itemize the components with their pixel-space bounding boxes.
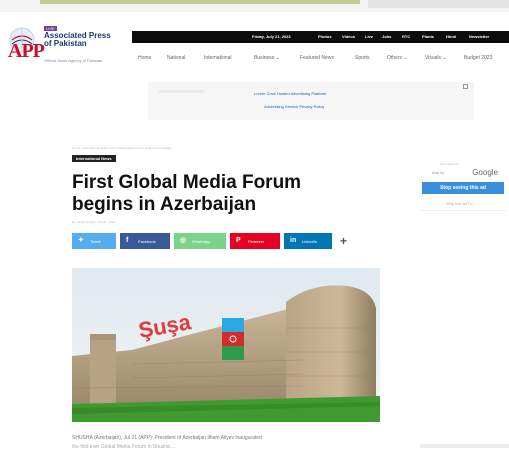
main-nav: Home National International Business ⌄ F… [132,52,509,66]
share-facebook-label: Facebook [138,239,156,244]
top-link-jobs[interactable]: Jobs [382,34,391,39]
top-banner-fragment [40,0,360,4]
nav-item-national[interactable]: National [167,55,185,61]
nav-item-others[interactable]: Others ⌄ [387,55,408,61]
top-bar: Friday, July 21, 2023 Photos Videos Live… [132,31,509,43]
ads-by-google[interactable]: Ads by Google [422,168,502,180]
category-tag[interactable]: International News [72,155,116,162]
nav-item-featured-news[interactable]: Featured News [300,55,334,61]
ad-text-line1[interactable]: Lorem Cove Hosted Advertising Platform [254,91,326,96]
top-link-plants[interactable]: Plants [422,34,434,39]
sidebar-ad-label: Advertisement [440,162,460,166]
whatsapp-icon: ◎ [180,237,187,244]
nav-item-sports[interactable]: Sports [355,55,369,61]
sidebar-bottom-fragment [420,444,509,448]
top-ad-banner[interactable]: Lorem Cove Hosted Advertising Platform A… [148,82,474,120]
article-byline: By Junaid Anwar • July 21, 2023 [72,220,115,224]
pinterest-icon: P [236,237,241,244]
top-link-hindi[interactable]: Hindi [446,34,456,39]
share-pinterest-button[interactable]: P Pinterest [230,233,280,249]
nav-item-home[interactable]: Home [138,55,151,61]
share-twitter-label: Tweet [90,239,101,244]
site-logo[interactable]: APP LIVE Associated Press of Pakistan Of… [6,26,130,68]
article-body-line1: SHUSHA (Azerbaijan), Jul 21 (APP): Presi… [72,435,262,441]
site-tagline: Official News Agency of Pakistan [44,58,103,63]
article-body: SHUSHA (Azerbaijan), Jul 21 (APP): Presi… [72,434,384,451]
article-body-line2: the first ever Global Media Forum in Shu… [72,444,176,450]
top-link-videos[interactable]: Videos [342,34,355,39]
article-title: First Global Media Forum begins in Azerb… [72,172,302,215]
top-link-newsletter[interactable]: Newsletter [469,34,489,39]
top-link-rtc[interactable]: RTC [402,34,410,39]
ad-close-icon[interactable] [463,84,468,89]
ad-placeholder-line [158,90,204,93]
nav-item-business[interactable]: Business ⌄ [254,55,280,61]
share-whatsapp-label: WhatsApp [192,239,211,244]
article-image[interactable]: Şuşa [72,268,380,422]
twitter-icon: ✦ [78,237,84,244]
nav-item-visuals[interactable]: Visuals ⌄ [425,55,447,61]
share-more-button[interactable]: + [340,234,347,250]
google-label: Google [472,168,498,177]
ad-text-line2[interactable]: Advertising Service Privacy Policy [264,104,324,109]
top-strip [0,0,509,12]
facebook-icon: f [126,237,129,244]
nav-item-budget[interactable]: Budget 2023 [464,55,492,61]
logo-letters: APP [8,40,45,62]
sidebar-divider [420,210,506,211]
share-linkedin-button[interactable]: in LinkedIn [284,233,332,249]
top-bar-date: Friday, July 21, 2023 [252,34,291,39]
share-pinterest-label: Pinterest [248,239,264,244]
top-banner-right-fragment [368,0,509,8]
nav-item-international[interactable]: International [204,55,232,61]
stop-seeing-ad-button[interactable]: Stop seeing this ad [422,182,504,194]
breadcrumb[interactable]: Home › International News › First Global… [72,146,172,150]
why-this-ad-link[interactable]: Why this ad? ▷ [446,201,473,206]
top-link-live[interactable]: Live [365,34,373,39]
fortress-photo: Şuşa [72,268,380,422]
share-whatsapp-button[interactable]: ◎ WhatsApp [174,233,226,249]
share-linkedin-label: LinkedIn [302,239,318,244]
share-twitter-button[interactable]: ✦ Tweet [72,233,116,249]
linkedin-icon: in [290,237,297,244]
share-facebook-button[interactable]: f Facebook [120,233,170,249]
top-link-photos[interactable]: Photos [318,34,332,39]
site-name-line2: of Pakistan [44,39,87,48]
site-name: Associated Press of Pakistan [44,32,111,48]
ads-by-label: Ads by [432,170,445,175]
